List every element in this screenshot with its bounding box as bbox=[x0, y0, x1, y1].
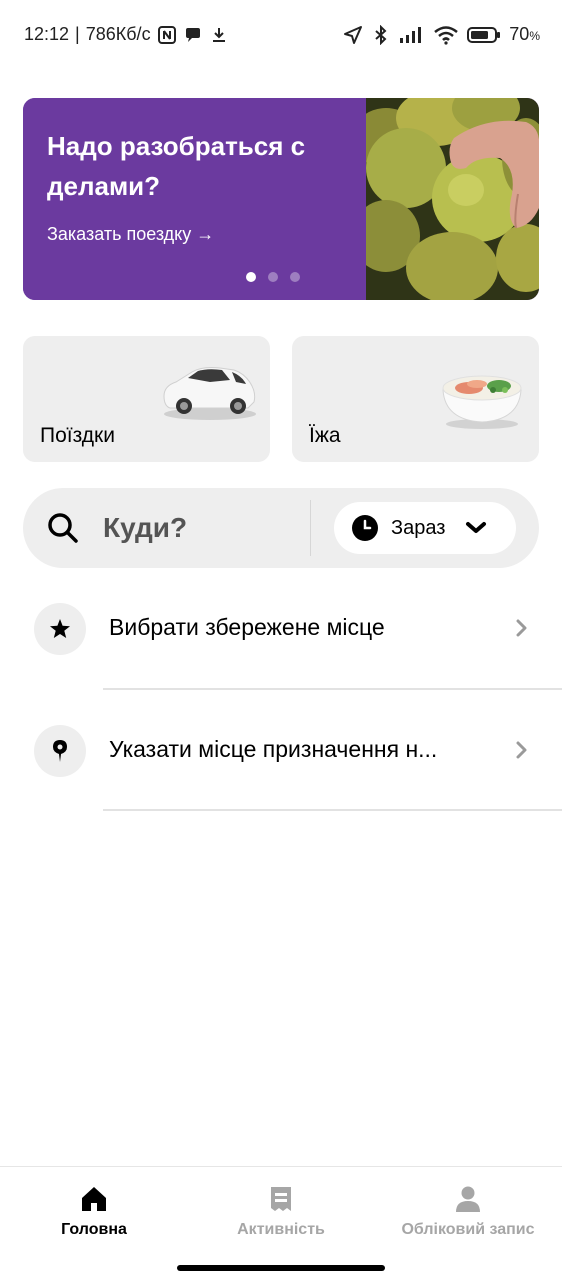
saved-place-label: Вибрати збережене місце bbox=[109, 614, 385, 640]
wifi-icon bbox=[434, 25, 459, 45]
nav-account-label: Обліковий запис bbox=[401, 1221, 535, 1238]
status-separator: | bbox=[75, 24, 80, 44]
star-icon bbox=[50, 619, 70, 638]
carousel-dot[interactable] bbox=[268, 272, 278, 282]
search-icon bbox=[48, 513, 78, 543]
battery-icon bbox=[467, 26, 501, 43]
status-left: 12:12 | 786Кб/с bbox=[24, 24, 229, 45]
banner-cta-link[interactable]: Заказать поездку → bbox=[47, 224, 214, 245]
pickup-time-selector[interactable]: Зараз bbox=[334, 502, 516, 554]
nav-activity-label: Активність bbox=[237, 1221, 325, 1238]
carousel-dots bbox=[246, 272, 300, 282]
banner-text-panel: Надо разобраться с делами? Заказать поез… bbox=[23, 98, 366, 300]
pickup-time-label: Зараз bbox=[391, 517, 446, 539]
bottom-navigation: Головна Активність Обліковий запис bbox=[0, 1166, 562, 1280]
carousel-dot[interactable] bbox=[246, 272, 256, 282]
food-bowl-icon bbox=[442, 375, 522, 429]
destination-label: Указати місце призначення н... bbox=[109, 736, 438, 762]
star-icon-circle bbox=[34, 603, 86, 655]
receipt-icon bbox=[271, 1187, 291, 1211]
food-label: Їжа bbox=[309, 424, 341, 447]
nav-activity[interactable]: Активність bbox=[187, 1185, 375, 1245]
promo-banner[interactable]: Надо разобраться с делами? Заказать поез… bbox=[23, 98, 539, 300]
nfc-icon bbox=[157, 25, 176, 44]
food-card[interactable]: Їжа bbox=[292, 336, 539, 462]
message-bubble-icon bbox=[185, 27, 200, 42]
search-placeholder[interactable]: Куди? bbox=[103, 512, 187, 544]
bluetooth-icon bbox=[375, 24, 387, 45]
location-arrow-icon bbox=[344, 25, 363, 44]
home-indicator bbox=[177, 1265, 385, 1271]
home-icon bbox=[82, 1187, 106, 1211]
nav-home[interactable]: Головна bbox=[0, 1185, 188, 1245]
pears-photo bbox=[366, 98, 539, 300]
chevron-right-icon bbox=[516, 741, 527, 759]
row-divider bbox=[103, 809, 562, 811]
rides-label: Поїздки bbox=[40, 424, 115, 447]
where-to-search-bar[interactable]: Куди? Зараз bbox=[23, 488, 539, 568]
pin-icon-circle bbox=[34, 725, 86, 777]
rides-card[interactable]: Поїздки bbox=[23, 336, 270, 462]
location-pin-icon bbox=[53, 740, 67, 762]
battery-percent: 70% bbox=[509, 24, 540, 45]
chevron-right-icon bbox=[516, 619, 527, 637]
destination-row[interactable]: Указати місце призначення н... bbox=[0, 690, 562, 810]
nav-account[interactable]: Обліковий запис bbox=[374, 1185, 562, 1245]
person-icon bbox=[456, 1186, 480, 1212]
status-bar: 12:12 | 786Кб/с 70% bbox=[0, 0, 562, 72]
battery-value: 70 bbox=[509, 24, 530, 44]
car-icon bbox=[163, 367, 256, 420]
chevron-down-icon bbox=[466, 522, 486, 533]
network-speed: 786Кб/с bbox=[85, 24, 151, 44]
banner-title: Надо разобраться с делами? bbox=[47, 131, 306, 201]
cellular-signal-icon bbox=[400, 26, 422, 43]
status-time: 12:12 bbox=[24, 24, 70, 44]
nav-home-label: Головна bbox=[61, 1221, 127, 1238]
status-right: 70% bbox=[343, 24, 540, 45]
search-divider bbox=[310, 500, 311, 556]
battery-unit: % bbox=[529, 29, 540, 43]
download-icon bbox=[212, 27, 225, 42]
carousel-dot[interactable] bbox=[290, 272, 300, 282]
clock-icon bbox=[352, 515, 378, 541]
saved-place-row[interactable]: Вибрати збережене місце bbox=[0, 568, 562, 688]
